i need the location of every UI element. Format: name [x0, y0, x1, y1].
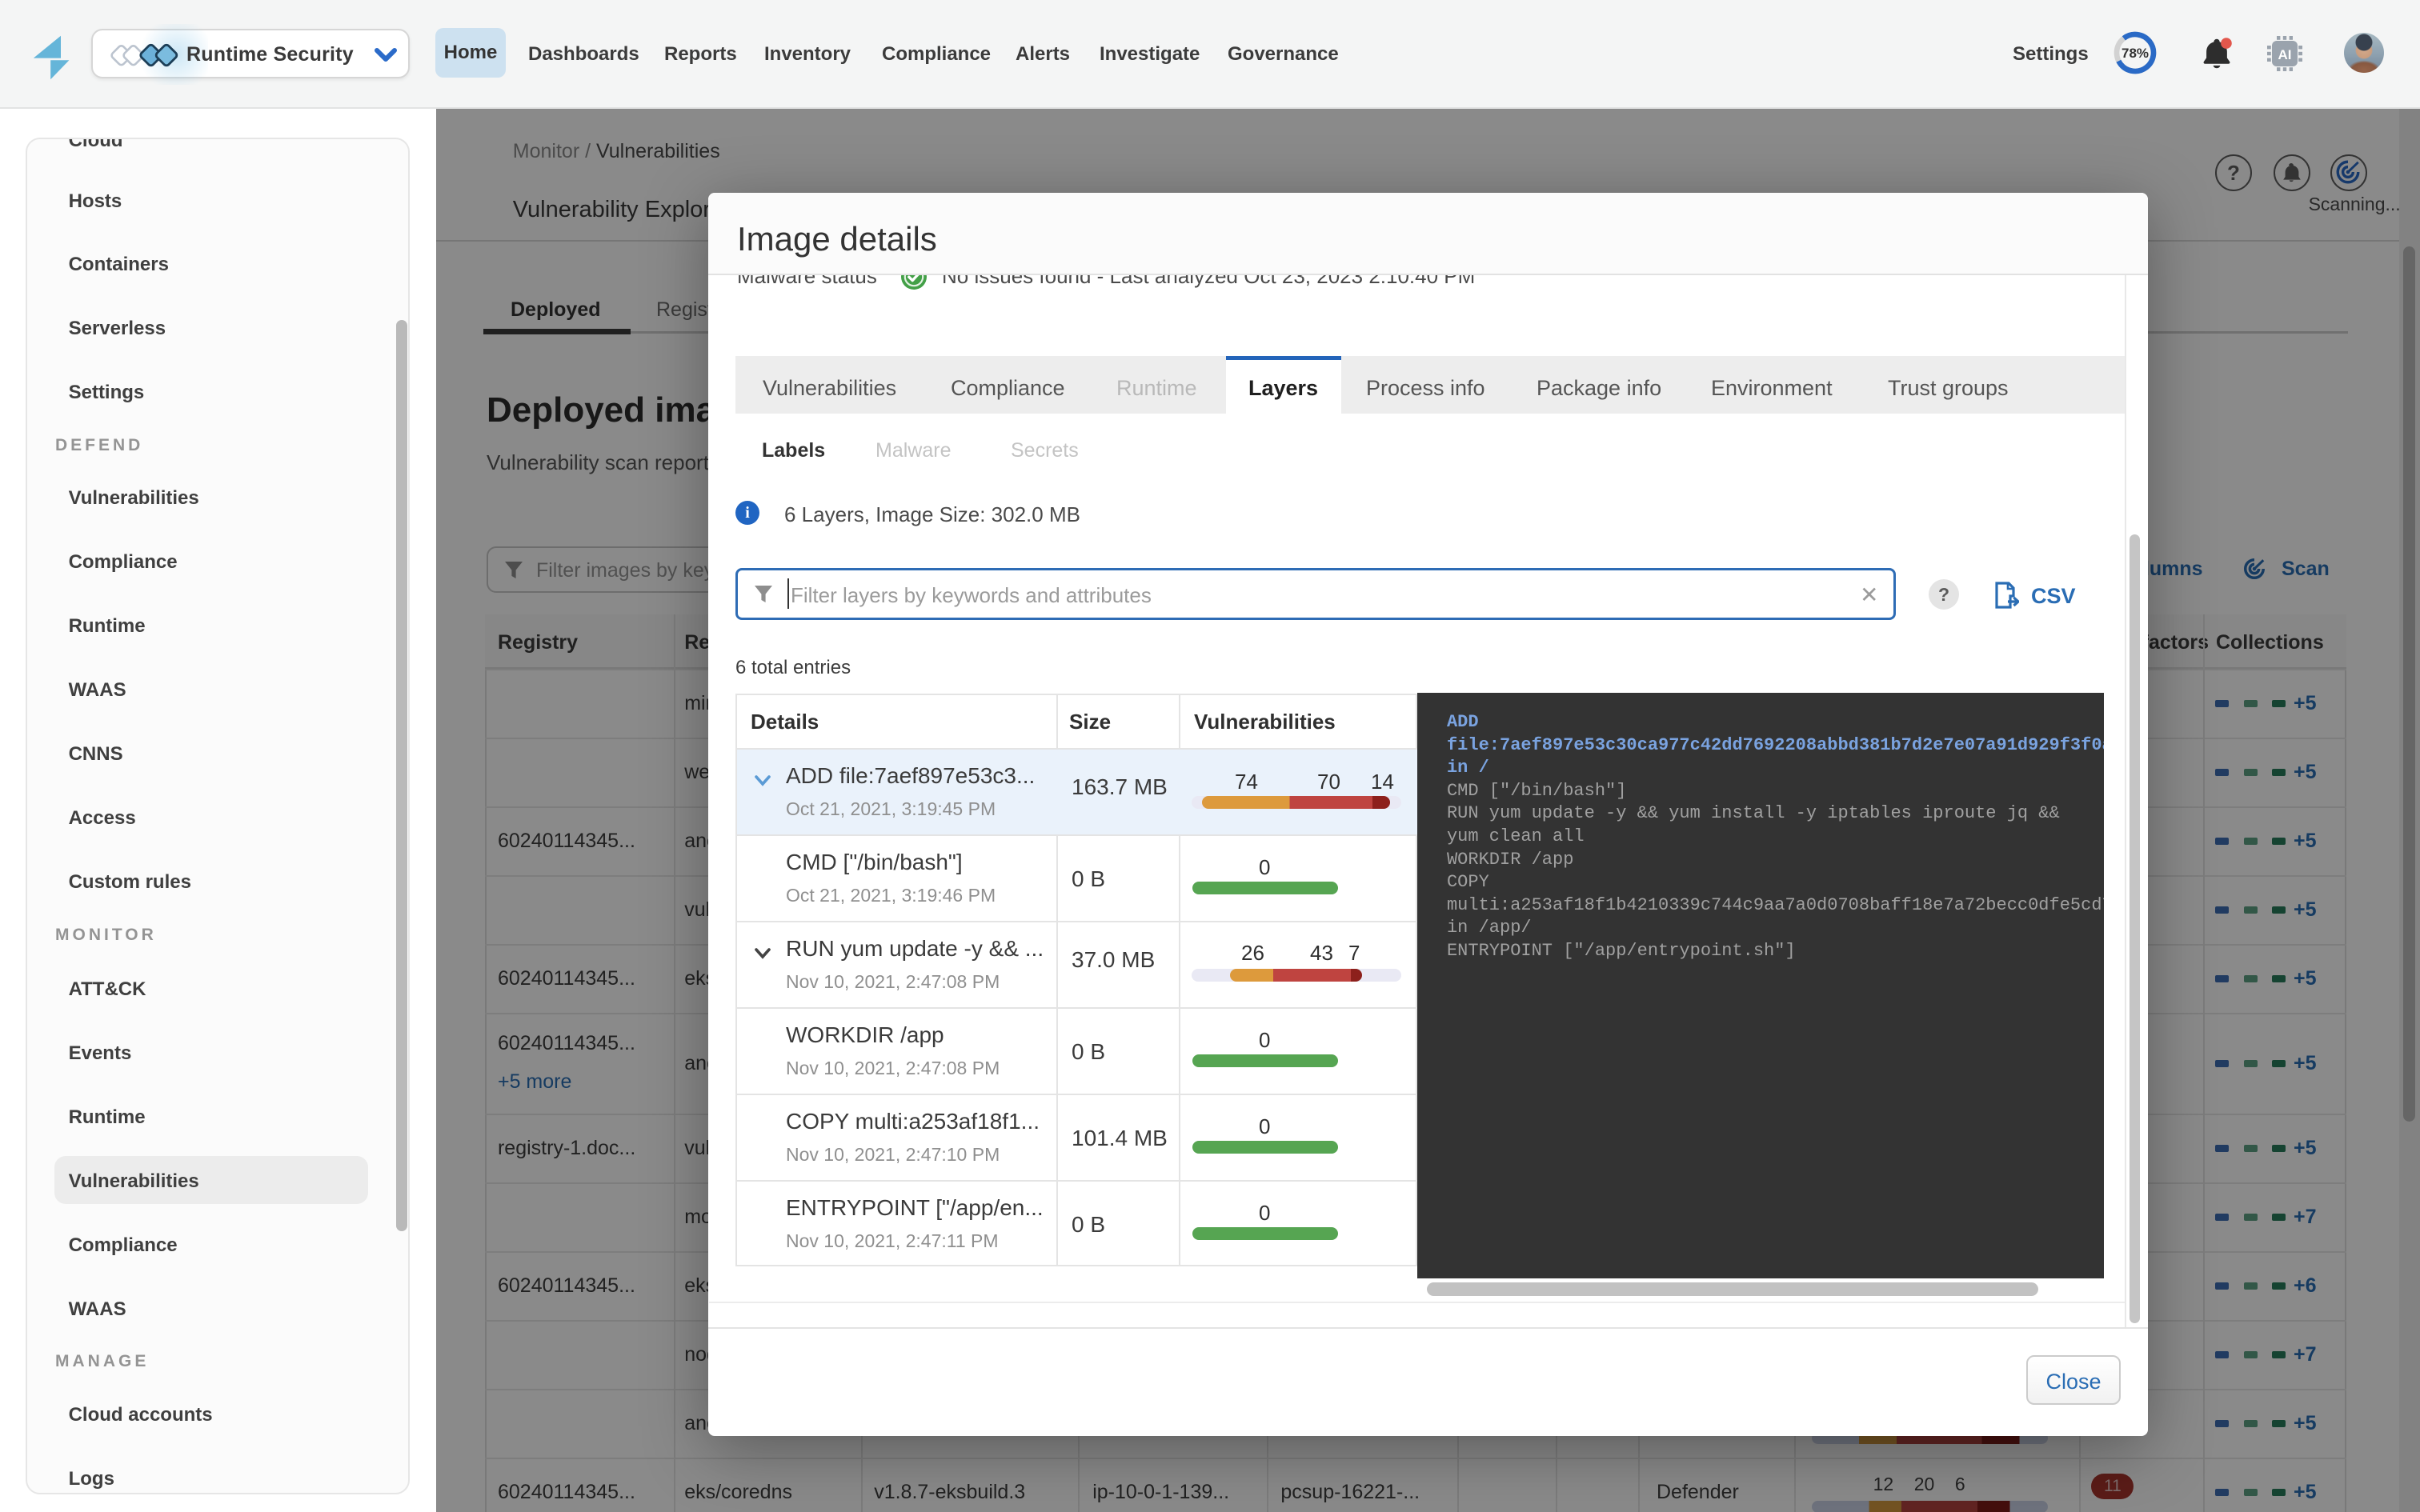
- svg-text:AI: AI: [2278, 47, 2292, 62]
- svg-text:78%: 78%: [2122, 46, 2149, 61]
